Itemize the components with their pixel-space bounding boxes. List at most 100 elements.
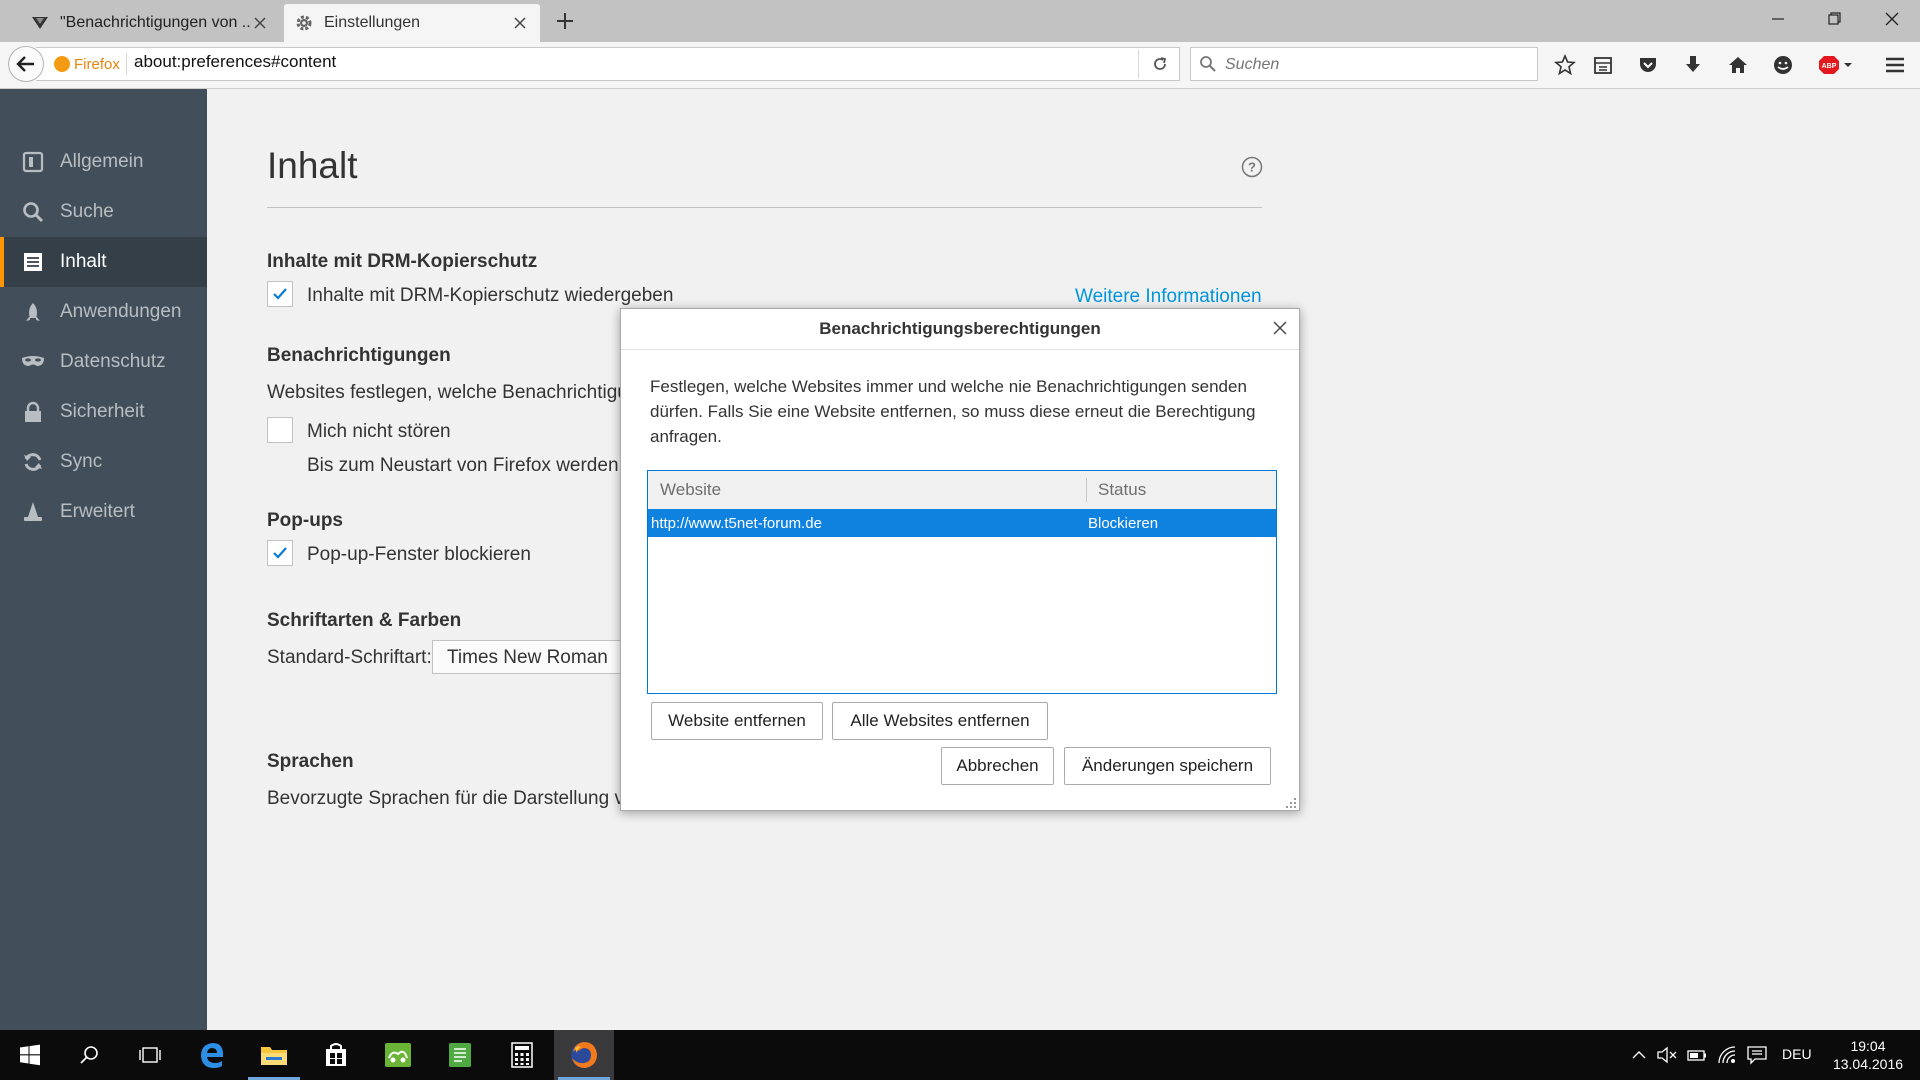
t5net-favicon-icon (30, 13, 50, 33)
sidebar-item-label: Sync (60, 451, 103, 472)
column-header-status[interactable]: Status (1098, 480, 1146, 500)
close-window-button[interactable] (1878, 6, 1906, 32)
file-explorer-icon (260, 1043, 288, 1067)
sidebar-item-security[interactable]: Sicherheit (0, 387, 207, 437)
wizard-hat-icon (20, 499, 46, 525)
close-icon[interactable] (1271, 319, 1289, 337)
taskbar-app[interactable] (368, 1030, 428, 1080)
taskbar-firefox[interactable] (554, 1030, 614, 1080)
download-icon[interactable] (1680, 52, 1706, 78)
sidebar-item-label: Suche (60, 201, 114, 222)
permissions-table[interactable]: Website Status http://www.t5net-forum.de… (647, 470, 1277, 694)
table-row[interactable]: http://www.t5net-forum.de Blockieren (648, 509, 1276, 537)
edge-icon (198, 1041, 226, 1069)
taskbar-edge[interactable] (182, 1030, 242, 1080)
volume-muted-icon[interactable] (1656, 1044, 1678, 1066)
close-icon[interactable] (252, 15, 268, 31)
save-changes-button[interactable]: Änderungen speichern (1064, 747, 1271, 785)
clock[interactable]: 19:04 13.04.2016 (1830, 1037, 1906, 1073)
categories-sidebar: Allgemein Suche Inhalt Anwendungen Daten… (0, 89, 207, 1030)
show-hidden-icons-button[interactable] (1628, 1044, 1650, 1066)
back-button[interactable] (8, 46, 44, 82)
hello-chat-icon[interactable] (1770, 52, 1796, 78)
taskbar-search-button[interactable] (60, 1030, 120, 1080)
firefox-icon (54, 56, 70, 72)
column-header-website[interactable]: Website (660, 480, 721, 500)
windows-taskbar: DEU 19:04 13.04.2016 (0, 1030, 1920, 1080)
sidebar-item-privacy[interactable]: Datenschutz (0, 337, 207, 387)
drm-checkbox[interactable] (267, 281, 293, 307)
start-icon (19, 1044, 41, 1066)
taskbar-calculator[interactable] (492, 1030, 552, 1080)
cancel-button[interactable]: Abbrechen (941, 747, 1054, 785)
app-icon (384, 1042, 412, 1068)
do-not-disturb-checkbox[interactable] (267, 417, 293, 443)
sidebar-item-sync[interactable]: Sync (0, 437, 207, 487)
sidebar-item-general[interactable]: Allgemein (0, 137, 207, 187)
wifi-icon[interactable] (1716, 1044, 1738, 1066)
search-input[interactable] (1223, 52, 1527, 78)
input-language[interactable]: DEU (1782, 1046, 1812, 1062)
lock-icon (20, 399, 46, 425)
firefox-icon (569, 1040, 599, 1070)
dialog-title: Benachrichtigungsberechtigungen (819, 319, 1101, 338)
search-bar[interactable] (1190, 47, 1538, 81)
tab-settings[interactable]: Einstellungen (284, 4, 540, 42)
new-tab-button[interactable] (554, 10, 576, 32)
bookmark-star-icon[interactable] (1552, 52, 1578, 78)
identity-label: Firefox (74, 55, 120, 73)
sidebar-item-content[interactable]: Inhalt (0, 237, 207, 287)
store-icon (323, 1042, 349, 1068)
search-icon (1199, 55, 1217, 73)
divider (126, 53, 127, 75)
more-info-link[interactable]: Weitere Informationen (1075, 286, 1262, 308)
sidebar-item-label: Erweitert (60, 501, 135, 522)
general-icon (20, 149, 46, 175)
task-view-icon (138, 1044, 162, 1066)
home-icon[interactable] (1725, 52, 1751, 78)
battery-icon[interactable] (1686, 1044, 1708, 1066)
close-icon[interactable] (512, 15, 528, 31)
do-not-disturb-label: Mich nicht stören (307, 421, 451, 442)
start-button[interactable] (0, 1030, 60, 1080)
tab-notifications[interactable]: "Benachrichtigungen von ... (0, 4, 280, 42)
url-text[interactable]: about:preferences#content (134, 52, 336, 72)
cell-website: http://www.t5net-forum.de (651, 515, 822, 532)
remove-all-websites-button[interactable]: Alle Websites entfernen (832, 702, 1048, 740)
task-view-button[interactable] (120, 1030, 180, 1080)
content-icon (20, 249, 46, 275)
minimize-button[interactable] (1764, 6, 1792, 32)
pocket-icon[interactable] (1635, 52, 1661, 78)
taskbar-store[interactable] (306, 1030, 366, 1080)
bookmarks-menu-icon[interactable] (1590, 52, 1616, 78)
taskbar-notes[interactable] (430, 1030, 490, 1080)
default-font-select[interactable]: Times New Roman (432, 640, 642, 674)
taskbar-file-explorer[interactable] (244, 1030, 304, 1080)
sidebar-item-applications[interactable]: Anwendungen (0, 287, 207, 337)
resize-grip-icon[interactable] (1285, 797, 1297, 809)
adblock-plus-icon[interactable]: ABP (1818, 52, 1854, 78)
cell-status: Blockieren (1088, 515, 1159, 532)
sidebar-item-label: Allgemein (60, 151, 144, 172)
table-header: Website Status (648, 471, 1276, 509)
sidebar-item-label: Anwendungen (60, 301, 182, 322)
clock-date: 13.04.2016 (1832, 1056, 1904, 1072)
help-icon[interactable]: ? (1241, 156, 1263, 178)
clock-time: 19:04 (1850, 1038, 1886, 1054)
block-popups-checkbox[interactable] (267, 540, 293, 566)
reload-button[interactable] (1150, 54, 1170, 74)
popups-heading: Pop-ups (267, 510, 343, 531)
action-center-icon[interactable] (1746, 1044, 1768, 1066)
gear-icon (294, 13, 314, 33)
notifications-heading: Benachrichtigungen (267, 345, 451, 366)
dialog-intro: Festlegen, welche Websites immer und wel… (650, 377, 1256, 446)
sidebar-item-search[interactable]: Suche (0, 187, 207, 237)
remove-website-button[interactable]: Website entfernen (651, 702, 823, 740)
tab-strip: "Benachrichtigungen von ... Einstellunge… (0, 0, 1920, 42)
sidebar-item-advanced[interactable]: Erweitert (0, 487, 207, 537)
restore-button[interactable] (1820, 6, 1848, 32)
menu-hamburger-icon[interactable] (1882, 52, 1908, 78)
sidebar-item-label: Sicherheit (60, 401, 145, 422)
identity-box[interactable]: Firefox (54, 54, 120, 74)
drm-checkbox-label: Inhalte mit DRM-Kopierschutz wiedergeben (307, 285, 674, 306)
